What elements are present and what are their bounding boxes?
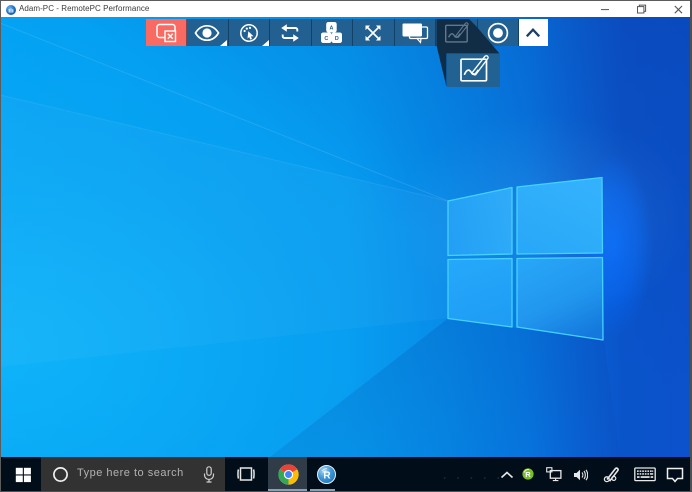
svg-text:D: D [335, 36, 339, 42]
svg-text:C: C [325, 36, 329, 42]
svg-text:A: A [330, 26, 334, 32]
svg-text:R: R [525, 470, 531, 479]
svg-text:R: R [323, 471, 331, 482]
